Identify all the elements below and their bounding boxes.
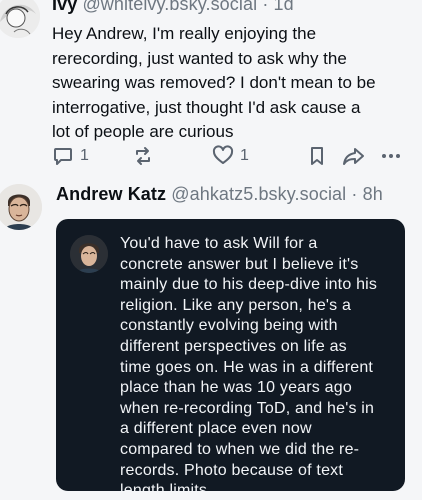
more-icon (380, 145, 402, 167)
author-name[interactable]: Ivy (52, 0, 77, 14)
post-text-line: interrogative, just thought I'd ask caus… (52, 97, 361, 117)
image-text-line: time goes on. He was in a different (120, 358, 374, 376)
author-handle[interactable]: @whiteivy.bsky.social (82, 0, 257, 14)
image-text-line: concrete answer but I believe it's (120, 255, 359, 273)
image-text-line: mainly due to his deep-dive into his (120, 276, 378, 294)
share-icon (342, 145, 366, 167)
reply-count: 1 (80, 147, 89, 164)
separator-dot: · (351, 184, 358, 204)
image-text-line: religion. Like any person, he's a (120, 296, 352, 314)
like-icon (212, 145, 234, 167)
bookmark-button[interactable] (306, 145, 328, 167)
post-image[interactable]: You'd have to ask Will for a concrete an… (56, 219, 405, 491)
post-text-line: lot of people are curious (52, 122, 234, 141)
image-text-line: a different place even now (120, 420, 312, 438)
reply-icon (52, 145, 74, 167)
more-button[interactable] (380, 145, 402, 167)
post-text: Hey Andrew, I'm really enjoying the rere… (52, 22, 412, 145)
image-text-line: length limits. (120, 482, 212, 491)
bookmark-icon (306, 145, 328, 167)
image-text-line: compared to when we did the re- (120, 440, 360, 458)
image-text-line: You'd have to ask Will for a (120, 235, 318, 252)
post-age[interactable]: 8h (363, 184, 383, 204)
share-button[interactable] (342, 145, 366, 167)
post-text-line: Hey Andrew, I'm really enjoying the (52, 24, 317, 43)
image-text-line: records. Photo because of text (120, 461, 344, 479)
post-ivy[interactable]: Ivy @whiteivy.bsky.social · 1d Hey Andre… (0, 0, 422, 178)
image-text-line: when re-recording ToD, and he's in (120, 399, 375, 417)
image-text-line: place than he was 10 years ago (120, 379, 352, 397)
image-text-line: different perspectives on life as (120, 337, 347, 355)
reply-button[interactable]: 1 (52, 145, 89, 167)
like-count: 1 (240, 147, 249, 164)
like-button[interactable]: 1 (212, 145, 249, 167)
author-handle[interactable]: @ahkatz5.bsky.social (171, 184, 346, 204)
ivy-header: Ivy @whiteivy.bsky.social · 1d (52, 0, 294, 15)
post-age[interactable]: 1d (274, 0, 294, 14)
repost-button[interactable] (132, 145, 154, 167)
image-text: You'd have to ask Will for a concrete an… (120, 234, 395, 491)
author-name[interactable]: Andrew Katz (56, 184, 166, 204)
image-text-line: constantly evolving being with (120, 317, 338, 335)
post-actions: 1 1 (52, 145, 412, 171)
separator-dot: · (262, 0, 269, 14)
post-text-line: rerecording, just wanted to ask why the (52, 48, 347, 68)
andrew-avatar[interactable] (0, 184, 42, 230)
image-avatar (70, 235, 108, 273)
repost-icon (132, 145, 154, 167)
andrew-header: Andrew Katz @ahkatz5.bsky.social · 8h (56, 184, 383, 205)
post-text-line: swearing was removed? I don't mean to be (52, 73, 376, 92)
ivy-avatar[interactable] (0, 0, 40, 38)
